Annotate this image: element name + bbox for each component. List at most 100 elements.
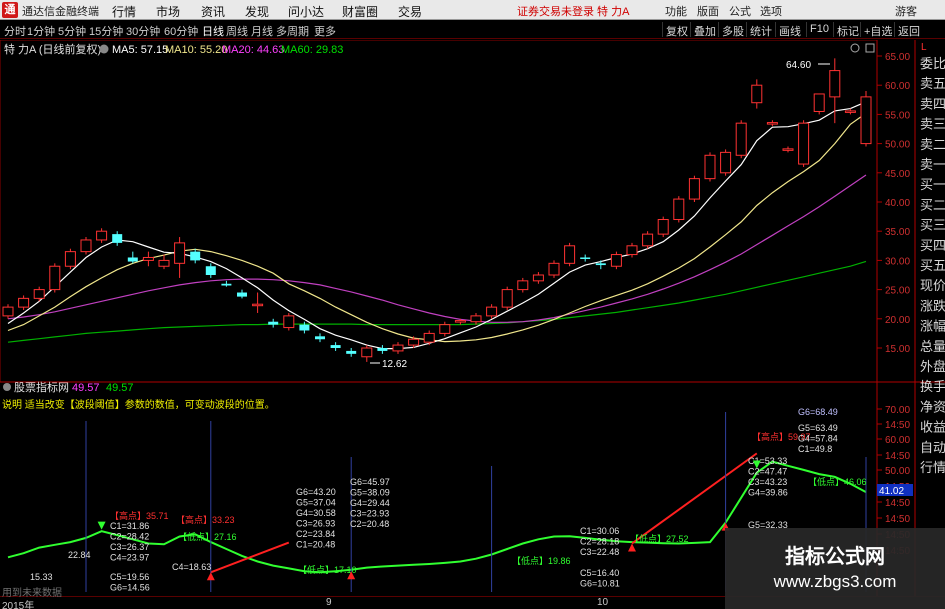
zone-value-label: G4=29.44 bbox=[350, 498, 390, 508]
candle bbox=[64, 248, 76, 270]
period-daily[interactable]: 日线 bbox=[202, 23, 224, 39]
period-multi[interactable]: 多周期 bbox=[276, 23, 309, 39]
candle-body bbox=[548, 262, 560, 276]
low-point-label: 【低点】27.16 bbox=[178, 531, 237, 542]
candle bbox=[221, 280, 232, 287]
candle bbox=[392, 342, 404, 354]
sidebar-item[interactable]: 涨跌 bbox=[920, 298, 945, 314]
candle-body bbox=[564, 245, 576, 264]
panel-expand-icon[interactable] bbox=[865, 43, 875, 53]
candle-body bbox=[704, 154, 716, 180]
zone-value-label: C2=28.42 bbox=[110, 532, 149, 542]
candlesticks bbox=[2, 58, 872, 362]
sidebar-item[interactable]: 外盘 bbox=[920, 359, 945, 375]
sidebar-item[interactable]: 买五 bbox=[920, 259, 945, 274]
high-marker-icon bbox=[97, 521, 106, 530]
sidebar-item[interactable]: 换手 bbox=[920, 380, 945, 395]
menu-trade[interactable]: 交易 bbox=[398, 3, 422, 20]
candle bbox=[127, 251, 138, 264]
y-tick-label: 35.00 bbox=[885, 227, 910, 238]
menu-market[interactable]: 行情 bbox=[112, 3, 136, 20]
sidebar-item[interactable]: 卖三 bbox=[920, 118, 945, 133]
sidebar-item[interactable]: 买四 bbox=[920, 239, 945, 254]
menu-layout[interactable]: 版面 bbox=[697, 3, 719, 19]
menu-markets[interactable]: 市场 bbox=[156, 3, 180, 20]
indicator-value-2: 49.57 bbox=[106, 382, 134, 394]
candle-body bbox=[798, 122, 810, 165]
menu-news[interactable]: 资讯 bbox=[201, 3, 225, 20]
stats-button[interactable]: 统计 bbox=[746, 22, 775, 38]
sidebar-l-icon[interactable]: L bbox=[921, 42, 927, 53]
sidebar-item[interactable]: 卖一 bbox=[920, 158, 945, 173]
sidebar-item[interactable]: 买一 bbox=[920, 178, 945, 193]
period-60min[interactable]: 60分钟 bbox=[164, 23, 198, 39]
multi-stock-button[interactable]: 多股 bbox=[718, 22, 747, 38]
candle-body bbox=[205, 266, 216, 275]
collapse-icon[interactable] bbox=[99, 44, 109, 54]
period-more[interactable]: 更多 bbox=[314, 23, 336, 39]
menu-discover[interactable]: 发现 bbox=[245, 3, 269, 20]
sidebar-item[interactable]: 收益 bbox=[920, 421, 945, 436]
back-button[interactable]: 返回 bbox=[894, 22, 923, 38]
indicator-settings-icon[interactable] bbox=[3, 383, 11, 391]
candle-body bbox=[49, 265, 61, 291]
candle-body bbox=[174, 242, 186, 264]
candle-body bbox=[127, 257, 138, 262]
menu-function[interactable]: 功能 bbox=[665, 3, 687, 19]
overlay-button[interactable]: 叠加 bbox=[690, 22, 719, 38]
panel-settings-icon[interactable] bbox=[850, 43, 860, 53]
sidebar-item[interactable]: 涨幅 bbox=[920, 320, 945, 335]
adjust-button[interactable]: 复权 bbox=[662, 22, 691, 38]
sidebar-item[interactable]: 买二 bbox=[920, 198, 945, 213]
zone-value-label: C2=23.84 bbox=[296, 529, 335, 539]
zone-value-label: C2=47.47 bbox=[748, 467, 787, 477]
sidebar-item[interactable]: 委比 bbox=[920, 57, 945, 72]
candle bbox=[346, 348, 357, 357]
period-monthly[interactable]: 月线 bbox=[251, 23, 273, 39]
guest-user[interactable]: 游客 bbox=[895, 3, 917, 19]
watermark-title: 指标公式网 bbox=[785, 544, 885, 568]
candle bbox=[486, 304, 498, 319]
draw-line-button[interactable]: 画线 bbox=[775, 22, 804, 38]
ma60-label: MA60: 29.83 bbox=[281, 44, 343, 56]
chart-area[interactable]: 特 力A (日线前复权) MA5: 57.15 MA10: 55.20 MA20… bbox=[0, 40, 945, 596]
period-30min[interactable]: 30分钟 bbox=[126, 23, 160, 39]
menu-xiaoda[interactable]: 问小达 bbox=[288, 3, 324, 20]
candle bbox=[361, 345, 373, 362]
mark-button[interactable]: 标记 bbox=[833, 22, 862, 38]
zone-value-label: C2=28.18 bbox=[580, 537, 619, 547]
f10-button[interactable]: F10 bbox=[806, 22, 832, 37]
candle bbox=[798, 120, 810, 167]
date-oct: 10 bbox=[597, 597, 609, 608]
candle bbox=[766, 120, 778, 127]
period-15min[interactable]: 15分钟 bbox=[89, 23, 123, 39]
period-timeshare[interactable]: 分时 bbox=[4, 23, 26, 39]
candle-body bbox=[470, 315, 482, 323]
candle bbox=[330, 342, 341, 351]
sidebar-item[interactable]: 买三 bbox=[920, 219, 945, 234]
sidebar-item[interactable]: 自动 bbox=[920, 441, 945, 456]
sidebar-item[interactable]: 净资 bbox=[920, 400, 945, 415]
watermark-url: www.zbgs3.com bbox=[773, 572, 897, 591]
period-5min[interactable]: 5分钟 bbox=[58, 23, 86, 39]
zone-value-label: C3=23.93 bbox=[350, 509, 389, 519]
high-price-label: 64.60 bbox=[786, 60, 811, 71]
period-weekly[interactable]: 周线 bbox=[226, 23, 248, 39]
sidebar-item[interactable]: 行情 bbox=[920, 461, 945, 476]
sidebar-item[interactable]: 现价 bbox=[920, 279, 945, 294]
sidebar-item[interactable]: 卖五 bbox=[920, 77, 945, 92]
menu-options[interactable]: 选项 bbox=[760, 3, 782, 19]
ind-y-tick-label: 70.00 bbox=[885, 405, 910, 416]
sidebar-item[interactable]: 总量 bbox=[920, 340, 945, 355]
sidebar-item[interactable]: 卖二 bbox=[920, 138, 945, 153]
sidebar-item[interactable]: 卖四 bbox=[920, 97, 945, 112]
period-1min[interactable]: 1分钟 bbox=[27, 23, 55, 39]
low-point-label: 【低点】27.52 bbox=[630, 533, 689, 544]
candle-body bbox=[454, 320, 466, 323]
menu-formula[interactable]: 公式 bbox=[729, 3, 751, 19]
ma5-label: MA5: 57.15 bbox=[112, 44, 168, 56]
add-watchlist-button[interactable]: +自选 bbox=[860, 22, 895, 38]
candle-body bbox=[439, 324, 451, 334]
candle bbox=[315, 333, 325, 343]
menu-wealth[interactable]: 财富圈 bbox=[342, 3, 378, 20]
